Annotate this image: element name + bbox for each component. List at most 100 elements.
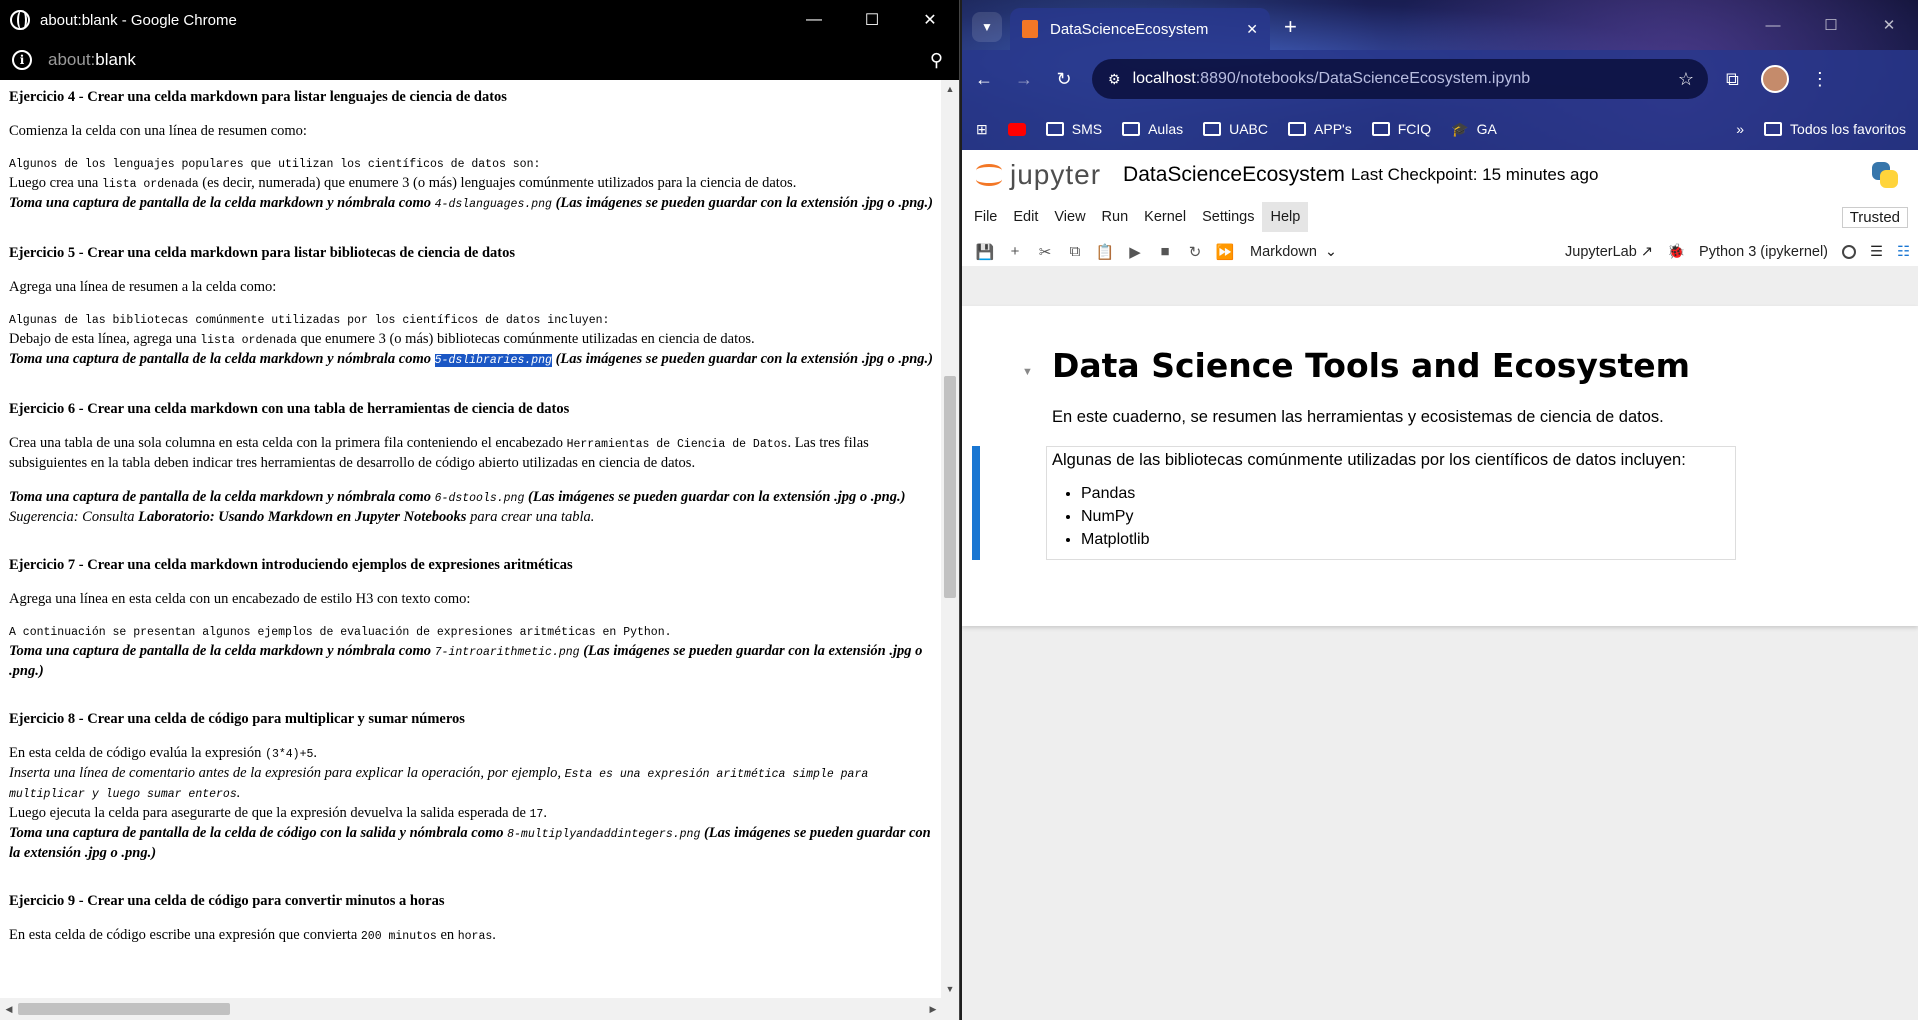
menu-icon[interactable]: ⋮ <box>1811 69 1829 90</box>
save-icon[interactable]: 💾 <box>970 243 1000 261</box>
run-all-icon[interactable]: ⏩ <box>1210 243 1240 261</box>
inline-code: Herramientas de Ciencia de Datos <box>566 438 788 451</box>
tab-notebook[interactable]: DataScienceEcosystem ✕ <box>1010 8 1270 50</box>
bookmark-uabc[interactable]: UABC <box>1203 121 1268 137</box>
text: (Las imágenes se pueden guardar con la e… <box>551 195 934 211</box>
jupyter-logo-icon <box>976 160 1002 190</box>
new-tab-button[interactable]: + <box>1284 14 1297 40</box>
vertical-scrollbar[interactable]: ▲ ▼ <box>941 80 959 998</box>
instruction-line: En esta celda de código evalúa la expres… <box>9 744 933 764</box>
collapse-heading-icon[interactable]: ▼ <box>1022 366 1033 378</box>
bookmark-fciq[interactable]: FCIQ <box>1371 121 1431 137</box>
trusted-indicator[interactable]: Trusted <box>1841 206 1908 228</box>
exercise-paragraph: Crea una tabla de una sola columna en es… <box>9 434 933 472</box>
exercise-heading: Ejercicio 8 - Crear una celda de código … <box>9 711 465 727</box>
menu-settings[interactable]: Settings <box>1194 202 1262 232</box>
add-cell-icon[interactable]: + <box>1000 243 1030 260</box>
back-icon[interactable]: ← <box>966 69 1002 90</box>
kernel-name[interactable]: Python 3 (ipykernel) <box>1699 244 1828 260</box>
bookmark-aulas[interactable]: Aulas <box>1122 121 1183 137</box>
text: . <box>492 927 496 943</box>
chevron-down-icon: ⌄ <box>1324 243 1338 260</box>
list-icon[interactable]: ☰ <box>1870 244 1883 260</box>
copy-icon[interactable]: ⧉ <box>1060 243 1090 260</box>
cell-type-select[interactable]: Markdown ⌄ <box>1250 244 1337 260</box>
scroll-thumb[interactable] <box>18 1003 230 1015</box>
bookmark-star-icon[interactable]: ☆ <box>1678 69 1694 90</box>
exercise-intro: Comienza la celda con una línea de resum… <box>9 123 307 139</box>
more-bookmarks-icon[interactable]: » <box>1736 121 1744 137</box>
active-cell-indicator[interactable] <box>972 446 980 560</box>
text: Debajo de esta línea, agrega una <box>9 331 201 347</box>
left-browser-window: about:blank - Google Chrome — ☐ ✕ i abou… <box>0 0 960 1020</box>
exercise-5: Ejercicio 5 - Crear una celda markdown p… <box>9 244 933 370</box>
stop-icon[interactable]: ■ <box>1150 243 1180 260</box>
jupyter-logo[interactable]: jupyter <box>976 159 1101 191</box>
menu-view[interactable]: View <box>1046 202 1093 232</box>
minimize-button[interactable]: — <box>785 0 843 40</box>
close-button[interactable]: ✕ <box>1860 0 1918 50</box>
debugger-icon[interactable]: 🐞 <box>1667 243 1685 260</box>
menu-file[interactable]: File <box>966 202 1005 232</box>
folder-icon <box>1045 122 1064 136</box>
reload-icon[interactable]: ↻ <box>1046 69 1082 90</box>
youtube-icon[interactable] <box>1007 122 1026 136</box>
inline-code: 17 <box>529 808 544 821</box>
selected-filename[interactable]: 5-dslibraries.png <box>434 354 552 367</box>
hint-link[interactable]: Laboratorio: Usando Markdown en Jupyter … <box>138 509 466 525</box>
menu-kernel[interactable]: Kernel <box>1136 202 1194 232</box>
scroll-up-arrow[interactable]: ▲ <box>941 80 959 98</box>
zoom-icon[interactable]: ⚲ <box>930 50 943 71</box>
maximize-button[interactable]: ☐ <box>843 0 901 40</box>
bookmark-ga[interactable]: 🎓 GA <box>1451 121 1497 138</box>
inline-code: horas <box>457 930 493 943</box>
paste-icon[interactable]: 📋 <box>1090 243 1120 261</box>
maximize-button[interactable]: ☐ <box>1802 0 1860 50</box>
close-button[interactable]: ✕ <box>901 0 959 40</box>
folder-icon <box>1288 122 1307 136</box>
external-link-icon: ↗ <box>1640 243 1653 260</box>
scroll-down-arrow[interactable]: ▼ <box>941 980 959 998</box>
horizontal-scrollbar[interactable]: ◀ ▶ <box>0 998 959 1020</box>
text: En esta celda de código evalúa la expres… <box>9 745 266 761</box>
exercise-4: Ejercicio 4 - Crear una celda markdown p… <box>9 88 933 214</box>
text: . <box>543 805 547 821</box>
address-bar[interactable]: ⚙ localhost:8890/notebooks/DataScienceEc… <box>1092 59 1708 99</box>
run-icon[interactable]: ▶ <box>1120 243 1150 261</box>
bookmark-label: APP's <box>1314 121 1352 137</box>
navigation-bar: ← → ↻ ⚙ localhost:8890/notebooks/DataSci… <box>962 50 1918 108</box>
site-settings-icon[interactable]: ⚙ <box>1108 71 1121 88</box>
bookmarks-right: » Todos los favoritos <box>1736 121 1906 137</box>
info-icon[interactable]: i <box>12 50 32 70</box>
menu-run[interactable]: Run <box>1094 202 1137 232</box>
exercise-6: Ejercicio 6 - Crear una celda markdown c… <box>9 400 933 526</box>
python-logo-icon <box>1870 160 1900 190</box>
avatar[interactable] <box>1760 65 1789 93</box>
bookmark-sms[interactable]: SMS <box>1045 121 1102 137</box>
extensions-icon[interactable]: ⧉ <box>1726 69 1739 90</box>
left-url-bar[interactable]: i about: blank ⚲ <box>0 40 959 80</box>
scroll-thumb[interactable] <box>944 376 956 598</box>
open-jupyterlab-link[interactable]: JupyterLab ↗ <box>1565 244 1653 260</box>
scroll-right-arrow[interactable]: ▶ <box>924 998 942 1020</box>
scroll-left-arrow[interactable]: ◀ <box>0 998 18 1020</box>
menu-help[interactable]: Help <box>1262 202 1309 232</box>
markdown-cell[interactable]: Algunas de las bibliotecas comúnmente ut… <box>1046 446 1736 560</box>
close-tab-icon[interactable]: ✕ <box>1246 21 1258 38</box>
tab-search-button[interactable]: ▼ <box>972 12 1002 42</box>
property-inspector-icon[interactable]: ☷ <box>1897 244 1910 260</box>
bookmark-apps[interactable]: APP's <box>1288 121 1352 137</box>
forward-icon[interactable]: → <box>1006 69 1042 90</box>
minimize-button[interactable]: — <box>1744 0 1802 50</box>
text: Toma una captura de pantalla de la celda… <box>9 489 435 505</box>
restart-icon[interactable]: ↻ <box>1180 243 1210 261</box>
folder-icon <box>1122 122 1141 136</box>
jupyter-logo-text: jupyter <box>1010 159 1102 190</box>
menu-edit[interactable]: Edit <box>1005 202 1046 232</box>
notebook-title[interactable]: DataScienceEcosystem <box>1123 163 1345 187</box>
cut-icon[interactable]: ✂ <box>1030 243 1060 261</box>
jupyter-header: jupyter DataScienceEcosystem Last Checkp… <box>962 150 1918 200</box>
apps-grid-icon[interactable]: ⊞ <box>976 121 988 138</box>
inline-code: 200 minutos <box>360 930 437 943</box>
all-bookmarks[interactable]: Todos los favoritos <box>1764 121 1906 137</box>
